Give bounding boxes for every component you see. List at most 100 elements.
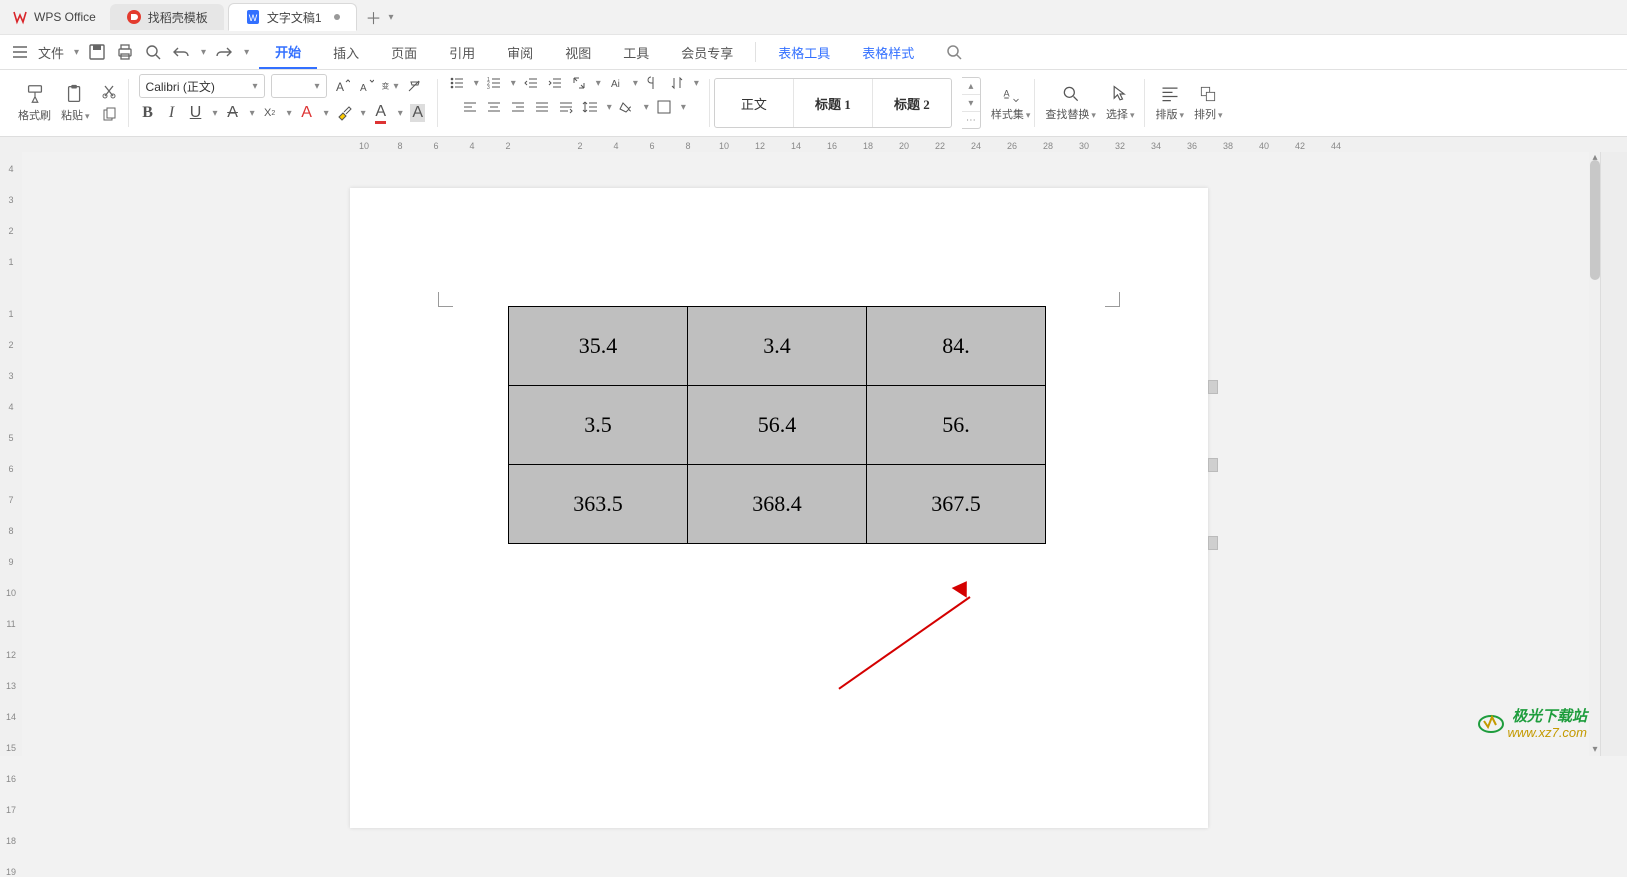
vertical-ruler[interactable]: 432112345678910111213141516171819 [0,152,22,756]
tab-menu-chevron-icon[interactable]: ▾ [389,12,394,23]
ruler-tick: 4 [8,402,13,412]
arrange-button[interactable]: 排列▾ [1194,84,1223,122]
print-preview-icon[interactable] [143,42,163,62]
style-set-button[interactable]: A͇ 样式集▾ [991,84,1031,122]
align-justify-icon[interactable] [533,98,551,116]
change-case-icon[interactable]: 变▾ [381,77,399,95]
menu-tab-view[interactable]: 视图 [549,37,607,68]
table-cell[interactable]: 84. [867,307,1046,386]
font-name-select[interactable]: Calibri (正文)▾ [139,74,265,98]
align-right-icon[interactable] [509,98,527,116]
hamburger-icon[interactable] [10,42,30,62]
ruler-tick: 1 [8,309,13,319]
format-painter-button[interactable]: 格式刷 [18,83,51,123]
table-cell[interactable]: 368.4 [688,465,867,544]
show-marks-icon[interactable] [644,74,662,92]
table-cell[interactable]: 363.5 [509,465,688,544]
menu-tab-review[interactable]: 审阅 [491,37,549,68]
side-panel[interactable] [1600,152,1627,756]
menu-tab-reference[interactable]: 引用 [433,37,491,68]
redo-icon[interactable] [214,42,234,62]
strikethrough-icon[interactable]: A [224,104,242,122]
highlight-icon[interactable] [335,104,353,122]
style-normal[interactable]: 正文 [715,79,794,127]
tab-document[interactable]: W 文字文稿1 [228,3,357,31]
table-cell[interactable]: 56. [867,386,1046,465]
menu-tab-start[interactable]: 开始 [259,36,317,69]
copy-icon[interactable] [100,106,118,124]
bullets-icon[interactable] [448,74,466,92]
menu-tab-table-style[interactable]: 表格样式 [846,37,930,68]
row-handle[interactable] [1208,536,1218,550]
document-table[interactable]: 35.4 3.4 84. 3.5 56.4 56. 363.5 368.4 36… [508,306,1046,544]
style-heading1[interactable]: 标题 1 [794,79,873,127]
decrease-indent-icon[interactable] [522,74,540,92]
char-shading-icon[interactable]: A [409,104,427,122]
menu-tab-insert[interactable]: 插入 [317,37,375,68]
table-cell[interactable]: 3.4 [688,307,867,386]
align-left-icon[interactable] [461,98,479,116]
paste-button[interactable]: 粘贴▾ [61,83,90,123]
ruler-tick: 3 [8,371,13,381]
bold-icon[interactable]: B [139,104,157,122]
tab-template-store[interactable]: 找稻壳模板 [110,4,224,30]
redo-chevron-icon[interactable]: ▾ [244,47,249,58]
grow-font-icon[interactable]: A [333,77,351,95]
table-cell[interactable]: 3.5 [509,386,688,465]
unsaved-dot-icon [334,14,340,20]
undo-chevron-icon[interactable]: ▾ [201,47,206,58]
cut-icon[interactable] [100,82,118,100]
scroll-thumb[interactable] [1590,160,1600,280]
text-direction-icon[interactable] [570,74,588,92]
font-color-icon[interactable]: A [372,104,390,122]
table-cell[interactable]: 367.5 [867,465,1046,544]
menu-tab-tools[interactable]: 工具 [607,37,665,68]
increase-indent-icon[interactable] [546,74,564,92]
font-size-select[interactable]: ▾ [271,74,327,98]
annotation-arrowhead-icon [952,576,975,598]
select-button[interactable]: 选择▾ [1106,84,1135,122]
shading-icon[interactable] [618,98,636,116]
search-icon[interactable] [944,42,964,62]
asian-layout-icon[interactable]: Ai [607,74,625,92]
new-tab-button[interactable]: ＋ [361,4,387,30]
superscript-icon[interactable]: X2 [261,104,279,122]
file-menu[interactable]: 文件 [38,43,64,62]
table-cell[interactable]: 56.4 [688,386,867,465]
find-replace-button[interactable]: 查找替换▾ [1045,84,1096,122]
layout-button[interactable]: 排版▾ [1155,84,1184,122]
line-spacing-icon[interactable] [581,98,599,116]
row-handle[interactable] [1208,380,1218,394]
numbering-icon[interactable]: 123 [485,74,503,92]
menu-tab-table-tools[interactable]: 表格工具 [762,37,846,68]
watermark: 极光下载站 www.xz7.com [1508,709,1587,740]
menu-tab-page[interactable]: 页面 [375,37,433,68]
menubar: 文件 ▾ ▾ ▾ 开始 插入 页面 引用 审阅 视图 工具 会员专享 表格工具 … [0,35,1627,70]
underline-icon[interactable]: U [187,104,205,122]
annotation-arrow-icon [838,596,970,689]
table-cell[interactable]: 35.4 [509,307,688,386]
text-effect-icon[interactable]: A [298,104,316,122]
save-icon[interactable] [87,42,107,62]
style-gallery[interactable]: 正文 标题 1 标题 2 [714,78,952,128]
row-handle[interactable] [1208,458,1218,472]
align-center-icon[interactable] [485,98,503,116]
tab-template-label: 找稻壳模板 [148,9,208,26]
ruler-tick: 2 [562,141,598,151]
page[interactable]: 35.4 3.4 84. 3.5 56.4 56. 363.5 368.4 36… [350,188,1208,828]
ruler-tick: 6 [418,141,454,151]
style-heading2[interactable]: 标题 2 [873,79,951,127]
shrink-font-icon[interactable]: A [357,77,375,95]
sort-icon[interactable] [668,74,686,92]
italic-icon[interactable]: I [163,104,181,122]
quick-access: 文件 ▾ ▾ ▾ [10,42,249,62]
ruler-tick: 12 [742,141,778,151]
undo-icon[interactable] [171,42,191,62]
font-group: Calibri (正文)▾ ▾ A A 变▾ B I U▾ A▾ X2▾ A▾ … [129,70,437,136]
borders-icon[interactable] [655,98,673,116]
style-scroll[interactable]: ▴▾⋯ [962,77,981,129]
clear-format-icon[interactable] [405,77,423,95]
menu-tab-vip[interactable]: 会员专享 [665,37,749,68]
distribute-icon[interactable] [557,98,575,116]
print-icon[interactable] [115,42,135,62]
